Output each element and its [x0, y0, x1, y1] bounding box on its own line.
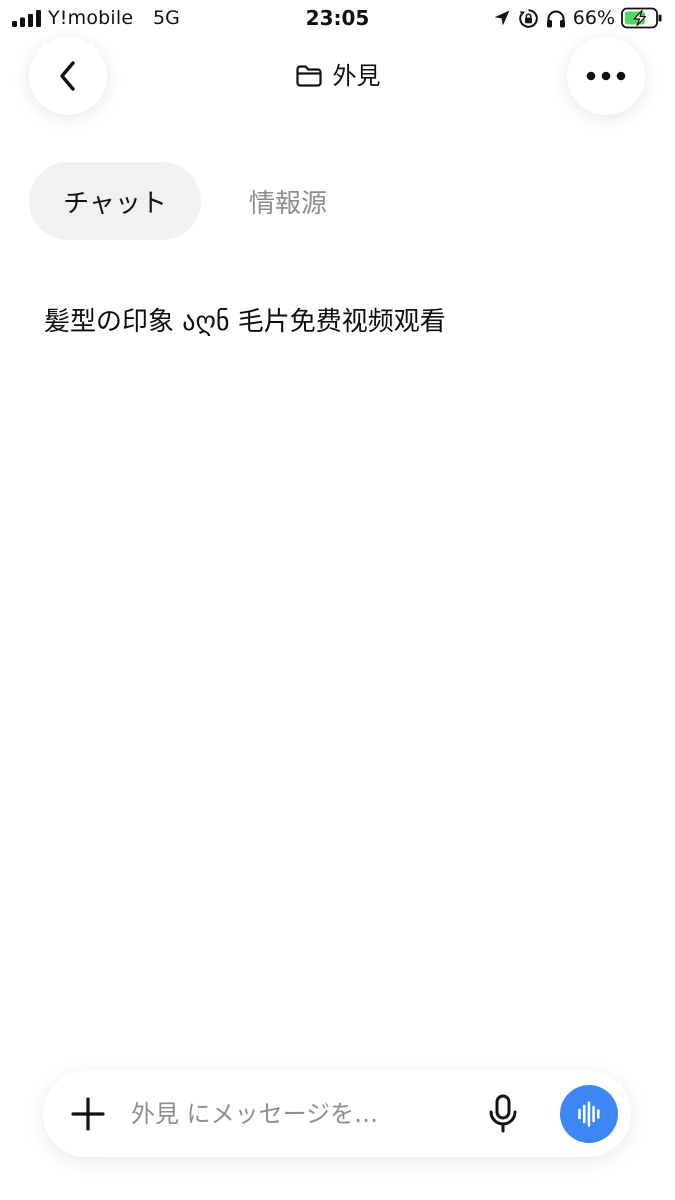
location-arrow-icon	[494, 10, 510, 26]
add-attachment-button[interactable]	[65, 1091, 111, 1137]
ellipsis-icon	[586, 71, 626, 81]
project-title: 外見	[332, 62, 381, 90]
voice-mode-button[interactable]	[560, 1085, 618, 1143]
app-screen: Y!mobile 5G 23:05 66% 外見 チャット 情報源 髪型の印象 …	[0, 0, 675, 1200]
rotation-lock-icon	[518, 8, 538, 28]
voice-waveform-icon	[560, 1085, 618, 1143]
chat-item[interactable]: 髪型の印象 აღნ 毛片免费视频观看	[44, 303, 644, 341]
plus-icon	[71, 1097, 105, 1131]
message-composer	[43, 1071, 631, 1157]
more-options-button[interactable]	[567, 37, 645, 115]
status-icons: 66%	[493, 6, 663, 30]
tab-sources[interactable]: 情報源	[228, 162, 348, 240]
folder-icon	[295, 65, 322, 87]
tab-chat[interactable]: チャット	[29, 162, 201, 240]
battery-percentage: 66%	[572, 7, 615, 29]
microphone-icon	[489, 1094, 517, 1133]
status-bar: Y!mobile 5G 23:05 66%	[0, 0, 675, 38]
headphones-icon	[546, 10, 565, 27]
dictation-button[interactable]	[483, 1092, 523, 1136]
message-input[interactable]	[131, 1092, 461, 1136]
battery-charging-icon	[621, 7, 662, 29]
